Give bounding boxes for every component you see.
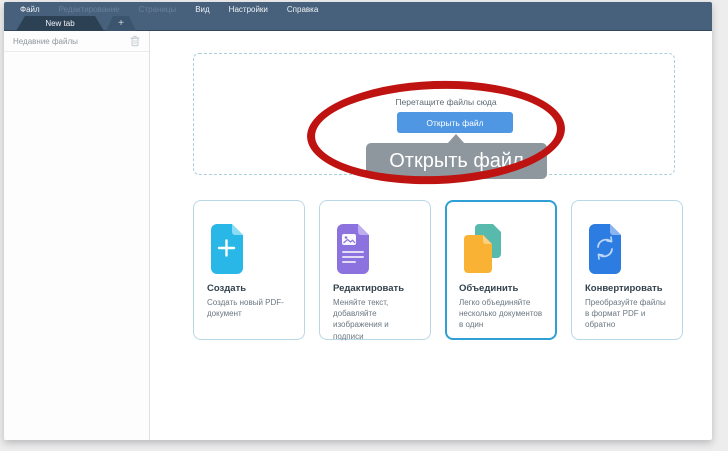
create-pdf-card[interactable]: Создать Создать новый PDF-документ [193, 200, 305, 340]
menu-help[interactable]: Справка [287, 5, 318, 14]
app-window: Файл Редактирование Страницы Вид Настрой… [4, 2, 712, 440]
card-description: Создать новый PDF-документ [207, 297, 291, 319]
recent-files-label: Недавние файлы [13, 37, 130, 46]
card-description: Легко объединяйте несколько документов в… [459, 297, 543, 331]
drop-hint-text: Перетащите файлы сюда [206, 97, 686, 107]
tab-new-tab[interactable]: New tab [16, 16, 104, 31]
sidebar-header: Недавние файлы [4, 31, 149, 52]
menu-settings[interactable]: Настройки [229, 5, 268, 14]
merge-pdf-icon [459, 223, 543, 275]
card-title: Конвертировать [585, 283, 669, 294]
menu-file[interactable]: Файл [20, 5, 40, 14]
tab-bar: New tab + [4, 16, 712, 31]
menu-pages: Страницы [139, 5, 177, 14]
trash-icon[interactable] [130, 35, 140, 47]
merge-pdf-card[interactable]: Объединить Легко объединяйте несколько д… [445, 200, 557, 340]
new-tab-button[interactable]: + [106, 16, 136, 31]
menu-bar: Файл Редактирование Страницы Вид Настрой… [4, 2, 712, 16]
card-title: Объединить [459, 283, 543, 294]
card-title: Редактировать [333, 283, 417, 294]
edit-pdf-card[interactable]: Редактировать Меняйте текст, добавляйте … [319, 200, 431, 340]
card-title: Создать [207, 283, 291, 294]
open-file-tooltip: Открыть файл [366, 143, 547, 179]
recent-files-sidebar: Недавние файлы [4, 31, 150, 440]
open-file-button[interactable]: Открыть файл [397, 112, 513, 133]
card-description: Меняйте текст, добавляйте изображения и … [333, 297, 417, 342]
card-description: Преобразуйте файлы в формат PDF и обратн… [585, 297, 669, 331]
menu-view[interactable]: Вид [195, 5, 209, 14]
create-pdf-icon [207, 223, 291, 275]
menu-edit: Редактирование [59, 5, 120, 14]
convert-pdf-card[interactable]: Конвертировать Преобразуйте файлы в форм… [571, 200, 683, 340]
convert-pdf-icon [585, 223, 669, 275]
edit-pdf-icon [333, 223, 417, 275]
